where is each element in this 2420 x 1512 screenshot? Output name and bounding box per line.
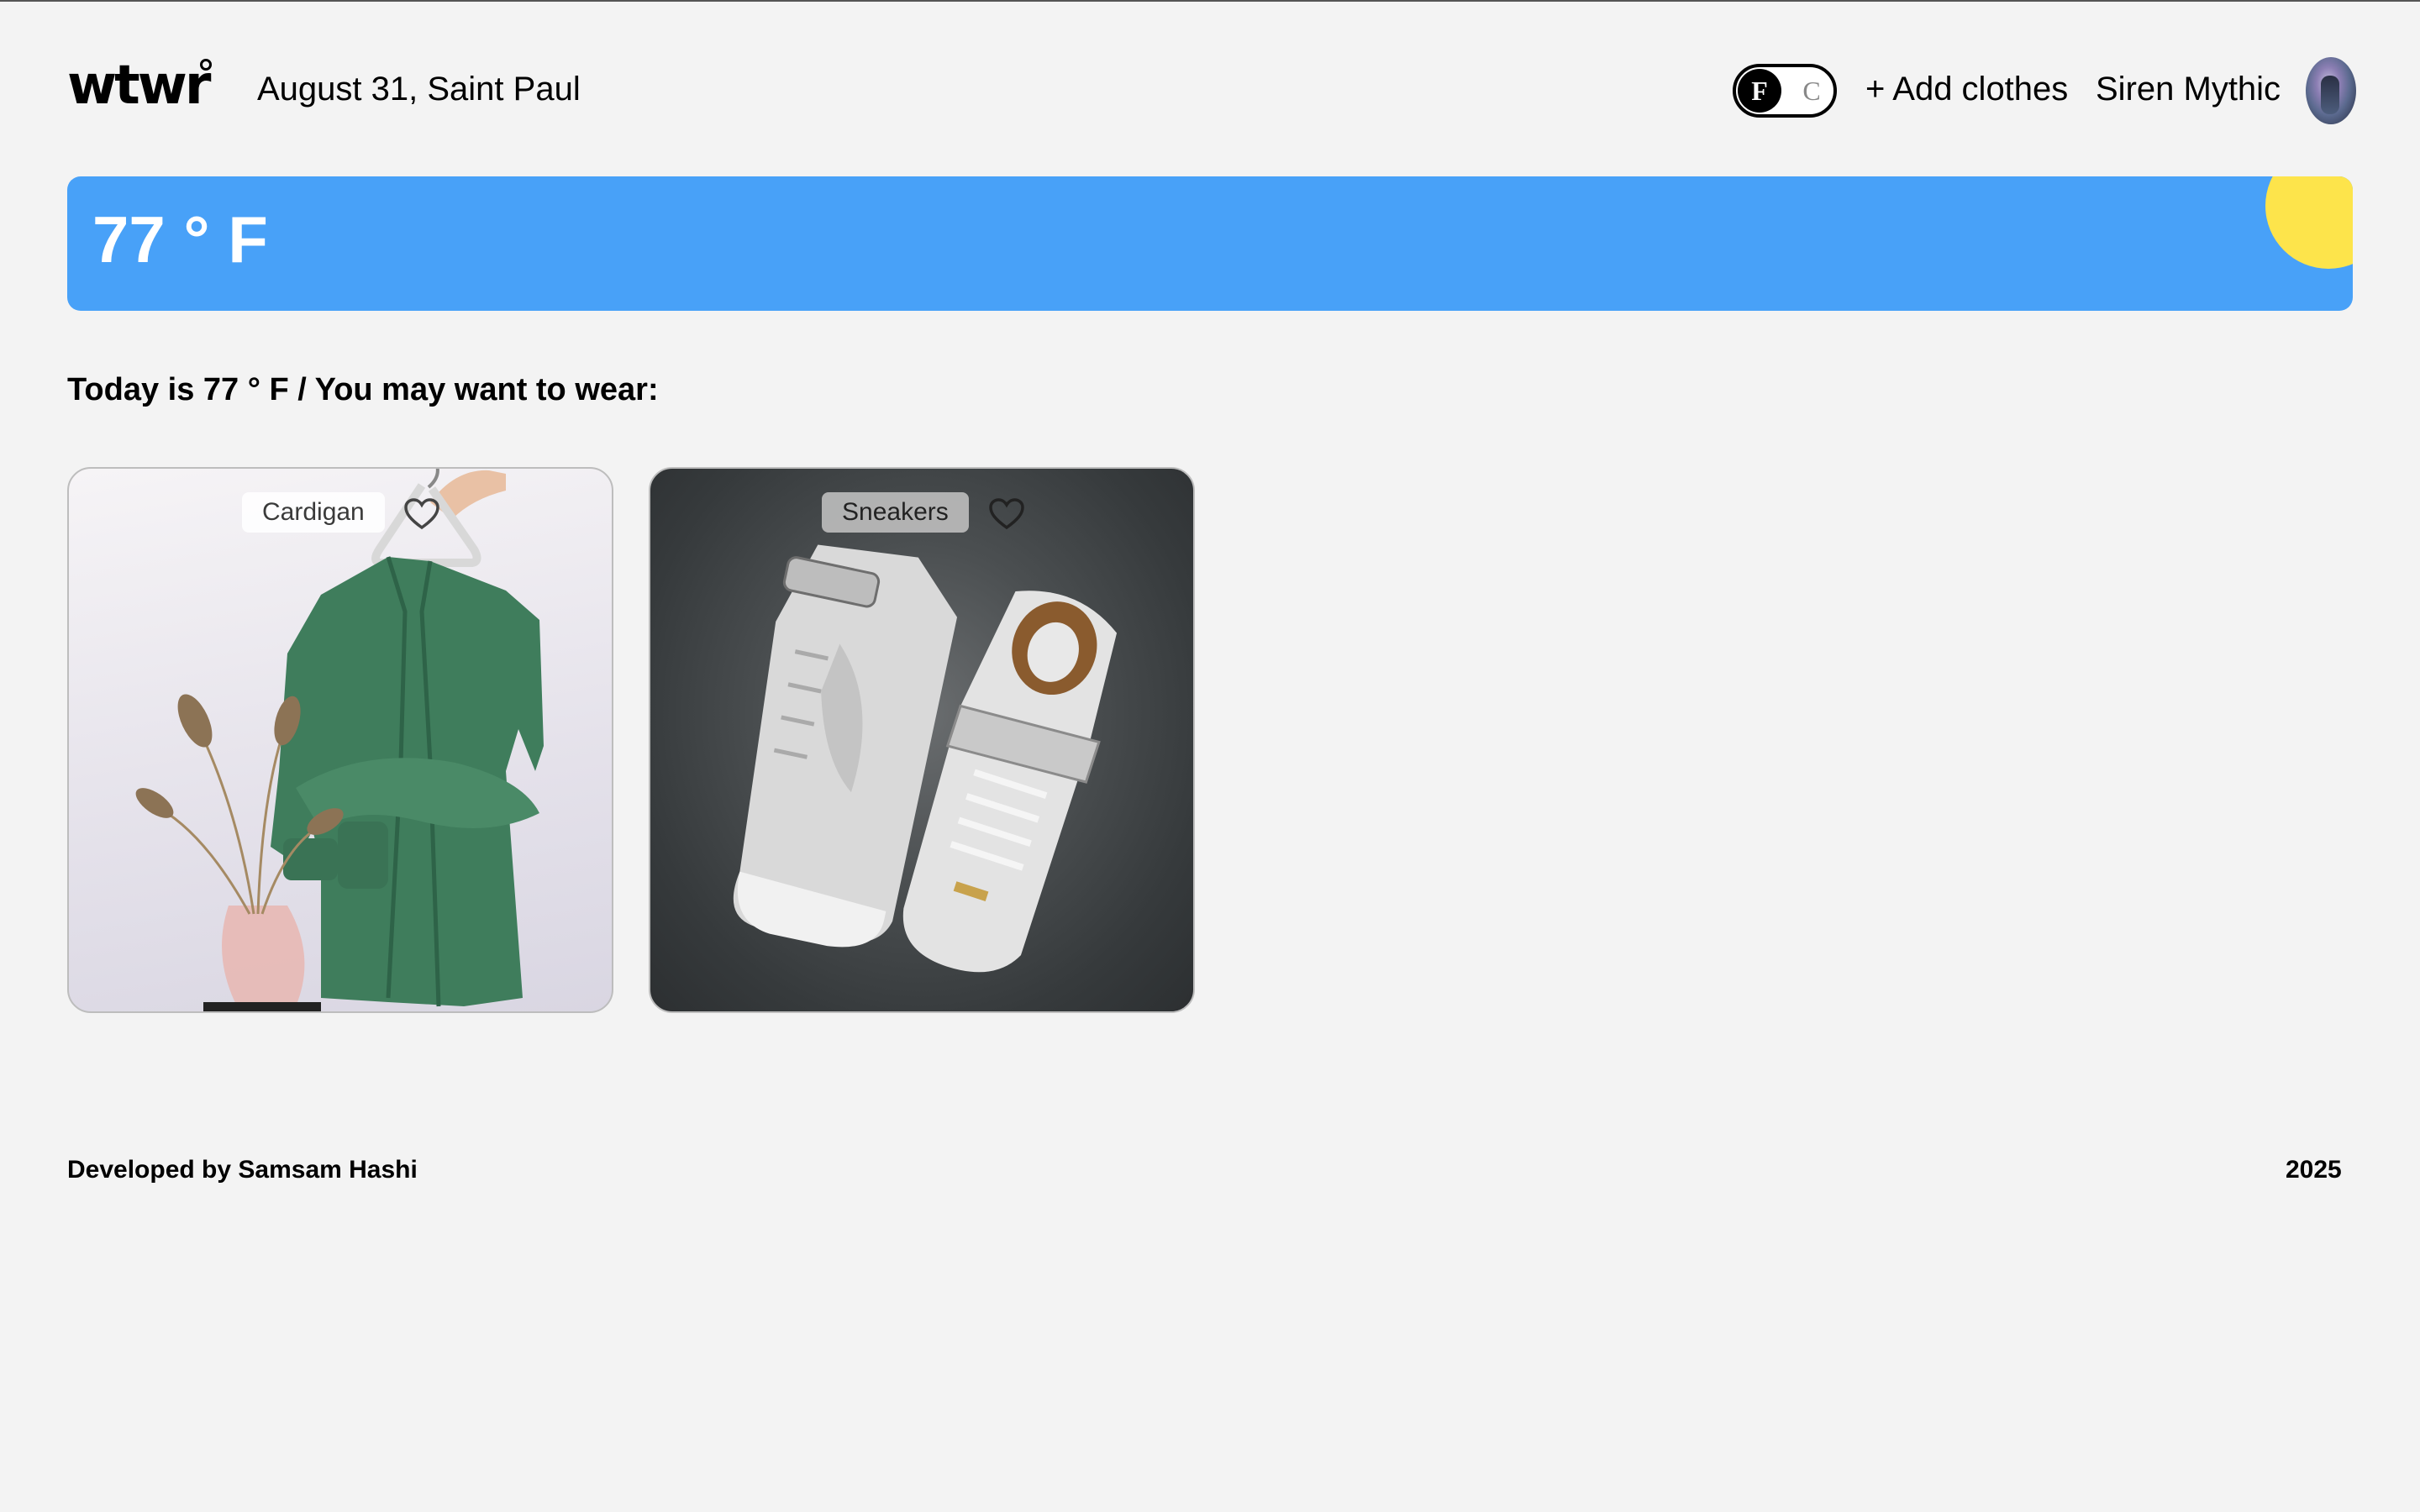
user-name[interactable]: Siren Mythic [2096,69,2281,109]
weather-card: 77 ° F [67,176,2353,311]
date-location: August 31, Saint Paul [257,71,581,108]
add-clothes-button[interactable]: + Add clothes [1865,69,2068,109]
item-name: Sneakers [822,492,969,533]
footer-year: 2025 [2286,1156,2342,1184]
cardigan-image [135,469,544,1011]
item-card-cardigan[interactable]: Cardigan [67,467,613,1013]
heart-outline-icon[interactable] [403,497,440,531]
item-card-sneakers[interactable]: Sneakers [649,467,1195,1013]
footer-credit: Developed by Samsam Hashi [67,1156,418,1184]
sneakers-image [733,544,1118,973]
unit-option-celsius[interactable]: C [1795,69,1828,113]
weather-temperature: 77 ° F [92,202,268,276]
sun-icon [2265,176,2353,269]
heart-outline-icon[interactable] [988,497,1025,531]
app-logo[interactable]: wtwr [67,59,211,113]
item-name: Cardigan [242,492,385,533]
temperature-unit-toggle[interactable]: F C [1733,64,1837,118]
unit-option-fahrenheit[interactable]: F [1738,69,1781,113]
avatar[interactable] [2306,57,2356,124]
logo-degree-mark [200,59,212,71]
recommendation-text: Today is 77 ° F / You may want to wear: [67,372,659,407]
app-header: wtwr August 31, Saint Paul F C + Add clo… [67,50,2356,128]
top-border [0,0,2420,2]
